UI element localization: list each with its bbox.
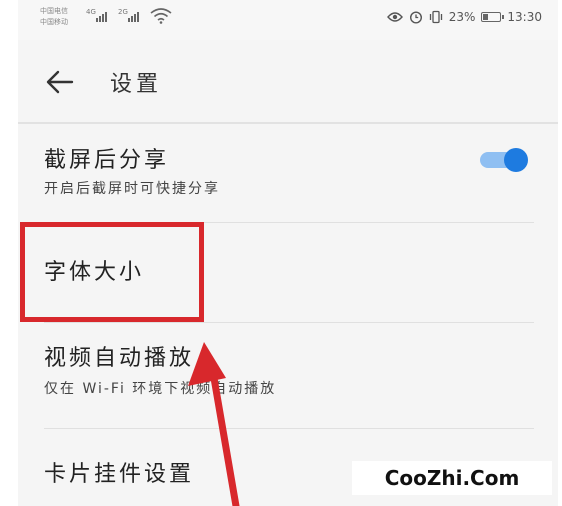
setting-item-video-autoplay[interactable]: 视频自动播放 仅在 Wi-Fi 环境下视频自动播放 [18,324,558,428]
alarm-icon [409,11,422,24]
row-divider [44,428,534,429]
battery-percent: 23% [448,10,476,24]
eye-icon [386,12,403,22]
setting-title: 截屏后分享 [44,148,170,173]
status-time: 13:30 [507,10,542,24]
wifi-icon [150,8,172,24]
network-type-2: 2G [118,8,128,16]
app-header: 设置 [18,40,558,122]
setting-title: 卡片挂件设置 [44,462,195,487]
network-type-1: 4G [86,8,96,16]
arrow-left-icon[interactable] [46,70,74,94]
setting-subtitle: 开启后截屏时可快捷分享 [44,181,220,197]
signal-icon-2 [128,12,139,22]
setting-item-screenshot-share[interactable]: 截屏后分享 开启后截屏时可快捷分享 [18,124,558,220]
battery-icon [481,12,505,22]
toggle-knob [504,148,528,172]
setting-title: 视频自动播放 [44,346,195,371]
highlight-box [20,222,204,322]
carrier-labels: 中国电信 中国移动 [40,6,68,28]
page-title: 设置 [110,72,163,97]
watermark: CooZhi.Com [352,461,552,495]
carrier-2: 中国移动 [40,18,68,26]
signal-icon [96,12,107,22]
status-right: 23% 13:30 [386,10,542,24]
carrier-1: 中国电信 [40,7,68,15]
screenshot-share-toggle[interactable] [480,148,528,172]
vibrate-icon [429,10,442,24]
setting-subtitle: 仅在 Wi-Fi 环境下视频自动播放 [44,381,277,397]
row-divider [44,322,534,323]
status-bar: 中国电信 中国移动 4G 2G 23% 13:30 [18,0,558,40]
